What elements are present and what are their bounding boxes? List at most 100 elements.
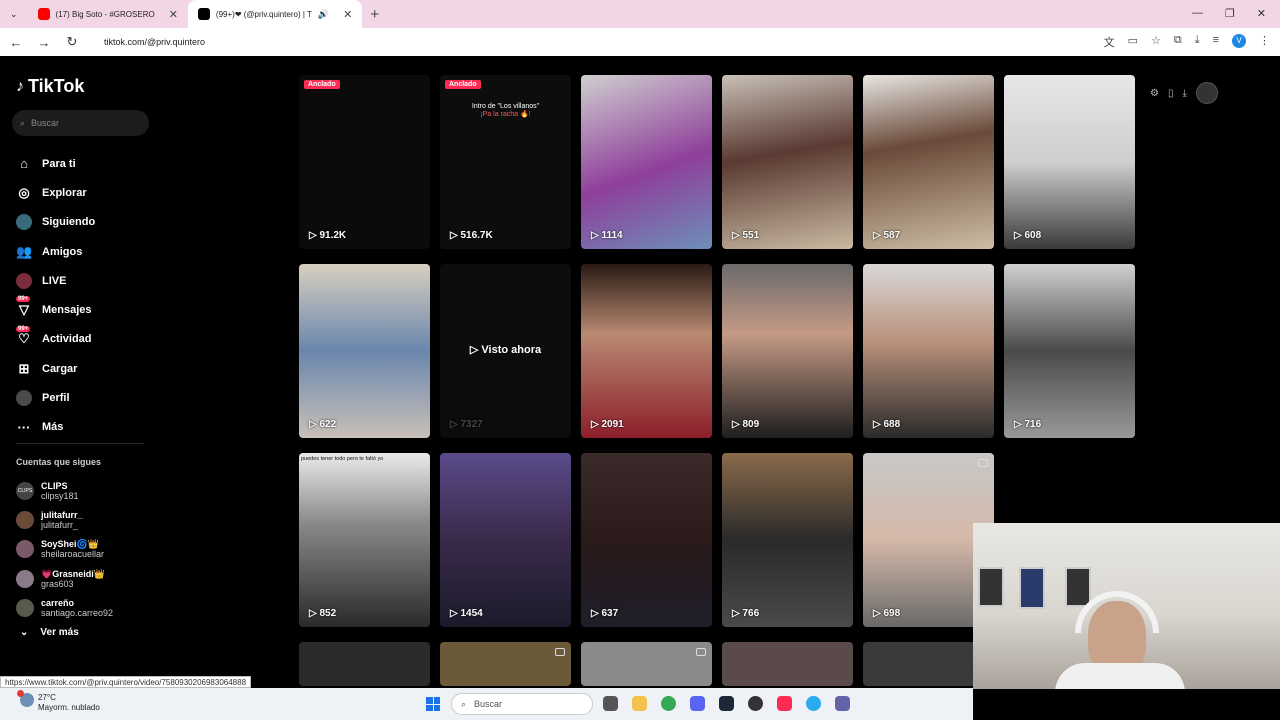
task-view-icon[interactable] bbox=[603, 696, 618, 711]
main-nav: ⌂ Para ti ◎ Explorar Siguiendo 👥 Amigos LIV… bbox=[16, 149, 156, 442]
view-count-value: 91.2K bbox=[319, 230, 347, 241]
close-tab-icon[interactable]: ✕ bbox=[343, 8, 352, 21]
account-name: julitafurr_ bbox=[41, 509, 83, 520]
video-card[interactable]: ▷ 551 bbox=[722, 75, 853, 249]
video-card[interactable]: ▷ 809 bbox=[722, 264, 853, 438]
steam-icon[interactable] bbox=[719, 696, 734, 711]
audio-icon[interactable]: 🔊 bbox=[318, 9, 329, 20]
video-card[interactable] bbox=[299, 642, 430, 686]
reload-icon[interactable]: ↻ bbox=[60, 34, 84, 50]
teams-icon[interactable] bbox=[835, 696, 850, 711]
nav-label: Más bbox=[42, 421, 64, 434]
more-icon: ··· bbox=[17, 419, 31, 435]
profile-avatar[interactable]: V bbox=[1232, 34, 1246, 48]
video-card[interactable] bbox=[581, 642, 712, 686]
browser-tab-youtube[interactable]: (17) Big Soto - #GROSERO ✕ bbox=[28, 0, 188, 28]
chrome-icon[interactable] bbox=[661, 696, 676, 711]
view-count: ▷ 622 bbox=[309, 419, 337, 430]
search-icon: ⌕ bbox=[461, 698, 467, 709]
see-more-button[interactable]: ⌄ Ver más bbox=[20, 627, 79, 638]
view-count: ▷ 766 bbox=[732, 608, 760, 619]
following-item[interactable]: SoyShei🌀👑 sheilaroacuellar bbox=[16, 535, 113, 564]
download-icon[interactable]: ⤓ bbox=[1195, 34, 1200, 50]
tab-search-icon[interactable]: ⌄ bbox=[10, 9, 18, 20]
extensions-icon[interactable]: ⧉ bbox=[1174, 34, 1182, 50]
video-card[interactable]: ▷ 1114 bbox=[581, 75, 712, 249]
search-input[interactable]: ⌕ Buscar bbox=[12, 110, 149, 136]
nav-label: Siguiendo bbox=[42, 216, 96, 229]
video-card[interactable]: ▷ 587 bbox=[863, 75, 994, 249]
video-card[interactable]: Anclado ▷ 91.2K bbox=[299, 75, 430, 249]
nav-siguiendo[interactable]: Siguiendo bbox=[16, 208, 156, 237]
messages-badge: 99+ bbox=[16, 296, 31, 303]
playlist-icon[interactable]: ≡ bbox=[1213, 34, 1219, 50]
view-count-value: 587 bbox=[883, 230, 901, 241]
menu-icon[interactable]: ⋮ bbox=[1259, 34, 1270, 50]
weather-widget[interactable]: 27°C Mayorm. nublado bbox=[17, 690, 100, 713]
video-card[interactable] bbox=[440, 642, 571, 686]
video-card[interactable]: puedes tener todo pero te faltó yo ▷ 852 bbox=[299, 453, 430, 627]
following-item[interactable]: julitafurr_ julitafurr_ bbox=[16, 505, 113, 534]
forward-icon[interactable]: → bbox=[32, 35, 56, 50]
account-name: 💗Grasneidi👑 bbox=[41, 568, 105, 579]
wall-poster bbox=[978, 567, 1004, 607]
minimize-icon[interactable]: — bbox=[1192, 7, 1203, 20]
download-app-icon[interactable]: ⤓ bbox=[1182, 88, 1186, 99]
nav-cargar[interactable]: ⊞ Cargar bbox=[16, 354, 156, 383]
following-item[interactable]: carreño santiago.carreo92 bbox=[16, 593, 113, 622]
view-count-value: 1454 bbox=[460, 608, 483, 619]
see-more-label: Ver más bbox=[40, 627, 79, 638]
view-count-value: 608 bbox=[1024, 230, 1042, 241]
video-card[interactable]: ▷ 637 bbox=[581, 453, 712, 627]
following-section-title: Cuentas que sigues bbox=[16, 457, 102, 467]
address-bar[interactable]: tiktok.com/@priv.quintero bbox=[82, 31, 1137, 53]
nav-explorar[interactable]: ◎ Explorar bbox=[16, 178, 156, 207]
video-card[interactable]: ▷ 716 bbox=[1004, 264, 1135, 438]
taskbar-search[interactable]: ⌕ Buscar bbox=[451, 693, 593, 715]
nav-actividad[interactable]: ♡ 99+ Actividad bbox=[16, 325, 156, 354]
browser-tab-tiktok[interactable]: (99+)❤ (@priv.quintero) | T 🔊 ✕ bbox=[187, 0, 363, 28]
windows-start-icon[interactable] bbox=[426, 697, 440, 711]
following-item[interactable]: CLIPS CLIPS clipsy181 bbox=[16, 476, 113, 505]
nav-mensajes[interactable]: ▽ 99+ Mensajes bbox=[16, 295, 156, 324]
video-card[interactable]: Anclado Intro de "Los villanos" ¡Pa la ra… bbox=[440, 75, 571, 249]
translate-icon[interactable]: 文 bbox=[1104, 34, 1115, 50]
close-window-icon[interactable]: ✕ bbox=[1257, 7, 1266, 20]
video-card[interactable]: ▷ 1454 bbox=[440, 453, 571, 627]
maximize-icon[interactable]: ❐ bbox=[1225, 7, 1235, 20]
user-avatar[interactable] bbox=[1195, 82, 1218, 104]
telegram-icon[interactable] bbox=[806, 696, 821, 711]
video-card[interactable]: ▷ 2091 bbox=[581, 264, 712, 438]
new-tab-button[interactable]: + bbox=[370, 6, 379, 23]
image-post-icon bbox=[978, 459, 988, 467]
tiktok-favicon-icon bbox=[197, 8, 210, 20]
divider bbox=[16, 443, 144, 444]
nav-mas[interactable]: ··· Más bbox=[16, 413, 156, 442]
tiktok-app-icon[interactable] bbox=[777, 696, 792, 711]
bookmark-star-icon[interactable]: ☆ bbox=[1151, 34, 1161, 50]
nav-live[interactable]: LIVE bbox=[16, 266, 156, 295]
back-icon[interactable]: ← bbox=[4, 35, 28, 50]
nav-label: Para ti bbox=[42, 157, 76, 170]
video-card[interactable]: ▷ 608 bbox=[1004, 75, 1135, 249]
view-count: ▷ 587 bbox=[873, 230, 901, 241]
image-post-icon bbox=[555, 648, 565, 656]
device-icon[interactable]: ▯ bbox=[1168, 88, 1174, 99]
video-card[interactable]: ▷ Visto ahora ▷ 7327 bbox=[440, 264, 571, 438]
video-card[interactable]: ▷ 622 bbox=[299, 264, 430, 438]
nav-amigos[interactable]: 👥 Amigos bbox=[16, 237, 156, 266]
nav-perfil[interactable]: Perfil bbox=[16, 383, 156, 412]
cast-icon[interactable]: ▭ bbox=[1128, 34, 1138, 50]
discord-icon[interactable] bbox=[690, 696, 705, 711]
video-card[interactable]: ▷ 688 bbox=[863, 264, 994, 438]
close-tab-icon[interactable]: ✕ bbox=[169, 8, 178, 21]
file-explorer-icon[interactable] bbox=[632, 696, 647, 711]
tiktok-logo[interactable]: ♪ TikTok bbox=[16, 76, 84, 97]
video-card[interactable] bbox=[722, 642, 853, 686]
settings-icon[interactable]: ⚙ bbox=[1150, 88, 1159, 99]
following-item[interactable]: 💗Grasneidi👑 gras603 bbox=[16, 564, 113, 593]
obs-icon[interactable] bbox=[748, 696, 763, 711]
video-card[interactable]: ▷ 766 bbox=[722, 453, 853, 627]
nav-para-ti[interactable]: ⌂ Para ti bbox=[16, 149, 156, 178]
toolbar-icons: 文 ▭ ☆ ⧉ ⤓ ≡ V ⋮ bbox=[1104, 34, 1270, 50]
